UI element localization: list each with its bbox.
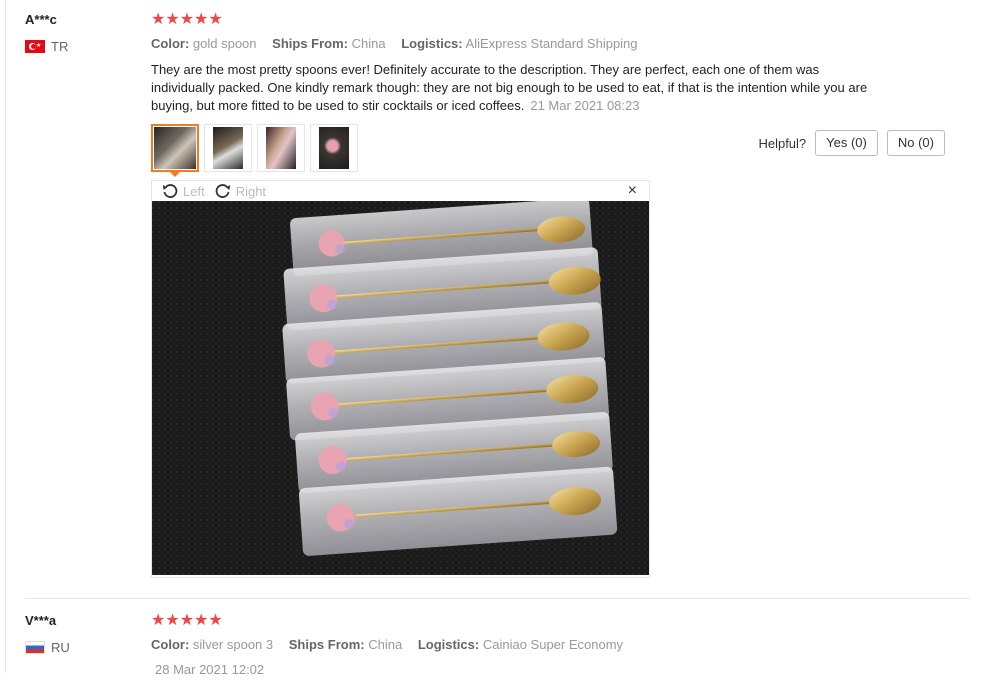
helpful-no-button[interactable]: No (0) — [886, 130, 945, 156]
order-info: Color: gold spoon Ships From: China Logi… — [151, 36, 650, 51]
star-rating: ★★★★★ — [151, 612, 223, 630]
order-info: Color: silver spoon 3 Ships From: China … — [151, 637, 635, 652]
review-text-block: They are the most pretty spoons ever! De… — [151, 61, 871, 115]
photo-thumbnail[interactable] — [310, 124, 358, 172]
star-icon: ★ — [165, 11, 180, 28]
rotate-right-label: Right — [235, 183, 267, 199]
review-date: 28 Mar 2021 12:02 — [155, 662, 265, 677]
viewer-toolbar: Left Right × — [152, 181, 649, 201]
star-icon: ★ — [179, 612, 195, 629]
country-code: TR — [51, 38, 69, 54]
logistics-value: AliExpress Standard Shipping — [465, 36, 638, 51]
star-icon: ★ — [165, 612, 180, 629]
review-item: V***a RU ★★★★★ Color: silver spoon 3 Shi… — [0, 600, 990, 680]
review-body: They are the most pretty spoons ever! De… — [151, 62, 868, 113]
photo-viewer: Left Right × — [151, 180, 650, 578]
review-date: 21 Mar 2021 08:23 — [530, 98, 640, 113]
rotate-left-icon — [163, 184, 178, 198]
helpful-yes-button[interactable]: Yes (0) — [815, 130, 878, 156]
ships-from-label: Ships From: — [272, 36, 348, 51]
rotate-left-button[interactable]: Left — [162, 183, 205, 199]
star-icon: ★ — [179, 11, 195, 28]
star-icon: ★ — [194, 612, 209, 629]
star-icon: ★ — [151, 11, 166, 28]
ships-from-label: Ships From: — [288, 637, 365, 652]
close-icon[interactable]: × — [628, 182, 637, 200]
logistics-label: Logistics: — [401, 36, 463, 51]
rotate-right-button[interactable]: Right — [215, 183, 266, 199]
star-rating: ★★★★★ — [151, 11, 223, 29]
flag-tr-icon: ★ — [25, 39, 45, 53]
reviewer-country: RU — [25, 639, 70, 655]
review-photos — [151, 124, 363, 172]
color-value: gold spoon — [192, 36, 257, 51]
star-icon: ★ — [208, 612, 223, 629]
reviewer-name: V***a — [25, 613, 57, 628]
review-item: A***c ★ TR ★★★★★ Color: gold spoon Ships… — [0, 0, 990, 590]
logistics-value: Cainiao Super Economy — [482, 637, 624, 652]
star-icon: ★ — [194, 11, 209, 28]
ships-from-value: China — [368, 637, 403, 652]
color-label: Color: — [151, 36, 190, 51]
flag-ru-icon — [25, 640, 45, 654]
logistics-label: Logistics: — [417, 637, 480, 652]
helpful-label: Helpful? — [758, 135, 807, 151]
active-thumb-caret — [169, 171, 181, 177]
rotate-right-icon — [215, 184, 230, 198]
star-icon: ★ — [151, 612, 166, 629]
reviewer-country: ★ TR — [25, 38, 68, 54]
rotate-left-label: Left — [183, 183, 205, 199]
photo-thumbnail[interactable] — [204, 124, 252, 172]
reviewer-name: A***c — [25, 12, 57, 27]
country-code: RU — [51, 639, 70, 655]
review-divider — [25, 598, 970, 599]
review-photo — [152, 201, 649, 575]
ships-from-value: China — [351, 36, 386, 51]
color-label: Color: — [151, 637, 190, 652]
star-icon: ★ — [208, 11, 223, 28]
helpful-voting: Helpful? Yes (0) No (0) — [758, 130, 945, 156]
color-value: silver spoon 3 — [192, 637, 274, 652]
photo-thumbnail[interactable] — [257, 124, 305, 172]
photo-thumbnail[interactable] — [151, 124, 199, 172]
